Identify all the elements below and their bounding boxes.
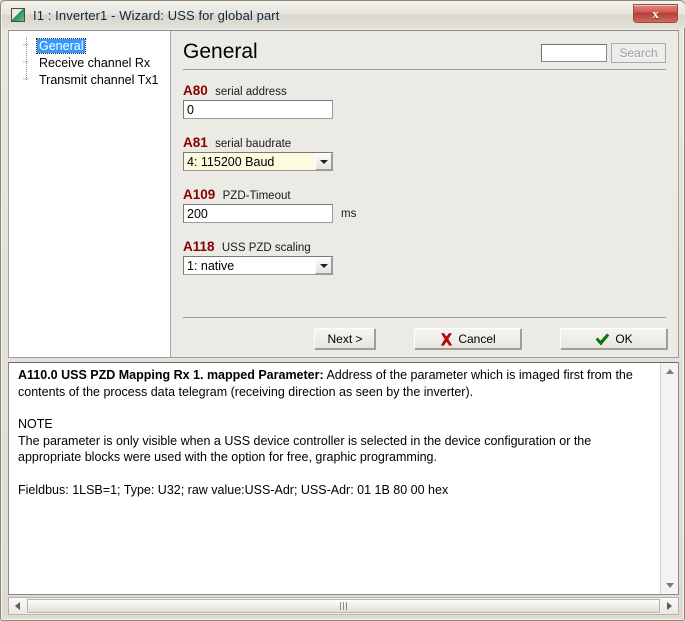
serial-baudrate-dropdown[interactable]: 4: 115200 Baud	[183, 152, 333, 171]
horizontal-scroll-track[interactable]	[26, 598, 661, 614]
uss-pzd-scaling-dropdown[interactable]: 1: native	[183, 256, 333, 275]
parameter-code: A118	[183, 239, 215, 254]
horizontal-scroll-thumb[interactable]	[27, 599, 660, 613]
dropdown-selected-value: 1: native	[187, 258, 235, 273]
scroll-left-button[interactable]	[9, 598, 26, 614]
chevron-down-icon[interactable]	[315, 257, 332, 274]
content-header: General Search	[171, 31, 678, 64]
scroll-up-button[interactable]	[661, 363, 678, 380]
page-title: General	[183, 40, 258, 63]
tree-item-label: General	[35, 37, 87, 54]
button-divider	[183, 317, 666, 318]
next-button-label: Next >	[327, 332, 363, 346]
scroll-down-button[interactable]	[661, 577, 678, 594]
pzd-timeout-input[interactable]	[183, 204, 333, 223]
tree-item-label: Transmit channel Tx1	[39, 72, 159, 87]
cancel-button-label: Cancel	[458, 332, 496, 346]
parameter-label: A80 serial address	[183, 83, 678, 98]
parameter-label: A109 PZD-Timeout	[183, 187, 678, 202]
tree-item-general[interactable]: ┄ General	[9, 37, 170, 54]
parameter-code: A109	[183, 187, 216, 202]
parameter-field-row: 1: native	[183, 256, 678, 275]
description-note-body: The parameter is only visible when a USS…	[18, 433, 592, 465]
triangle-up-icon	[665, 369, 674, 374]
description-vertical-scrollbar[interactable]	[660, 363, 678, 594]
description-note-title: NOTE	[18, 417, 53, 431]
description-text[interactable]: A110.0 USS PZD Mapping Rx 1. mapped Para…	[9, 363, 660, 594]
dropdown-selected-value: 4: 115200 Baud	[187, 154, 275, 169]
pzd-timeout-unit: ms	[341, 207, 357, 220]
scroll-right-button[interactable]	[661, 598, 678, 614]
ok-button-label: OK	[615, 332, 633, 346]
wizard-dialog: ┄ General ┄ Receive channel Rx ┄ Transmi…	[8, 30, 679, 358]
dialog-button-row: Next > Cancel OK	[171, 328, 678, 350]
parameter-description: serial baudrate	[215, 138, 292, 150]
search-button[interactable]: Search	[611, 43, 666, 63]
parameter-label: A81 serial baudrate	[183, 135, 678, 150]
close-button[interactable]: x	[633, 4, 678, 23]
ok-button[interactable]: OK	[560, 328, 668, 350]
application-icon	[11, 8, 25, 22]
parameter-field-row: 4: 115200 Baud	[183, 152, 678, 171]
tree-branch-icon: ┄	[23, 58, 28, 67]
tree-branch-icon: ┄	[23, 41, 28, 50]
parameter-a109: A109 PZD-Timeout ms	[183, 187, 678, 223]
description-fieldbus: Fieldbus: 1LSB=1; Type: U32; raw value:U…	[18, 482, 449, 497]
parameter-field-row: ms	[183, 204, 678, 223]
parameter-list: A80 serial address A81 serial baudrate	[171, 70, 678, 275]
parameter-a80: A80 serial address	[183, 83, 678, 119]
tree-item-transmit-channel-tx1[interactable]: ┄ Transmit channel Tx1	[9, 71, 170, 88]
parameter-description: USS PZD scaling	[221, 242, 311, 254]
parameter-a118: A118 USS PZD scaling 1: native	[183, 239, 678, 275]
description-heading: A110.0 USS PZD Mapping Rx 1. mapped Para…	[18, 368, 324, 382]
content-panel: General Search A80 serial address 0 A81 …	[171, 31, 678, 357]
triangle-left-icon	[15, 602, 20, 610]
title-bar: I1 : Inverter1 - Wizard: USS for global …	[2, 2, 685, 28]
parameter-description: serial address	[215, 86, 287, 98]
triangle-right-icon	[667, 602, 672, 610]
horizontal-scrollbar[interactable]	[8, 597, 679, 615]
scroll-grip-icon	[339, 602, 348, 610]
navigation-tree[interactable]: ┄ General ┄ Receive channel Rx ┄ Transmi…	[9, 31, 171, 357]
description-panel: A110.0 USS PZD Mapping Rx 1. mapped Para…	[8, 362, 679, 595]
tree-item-label: Receive channel Rx	[39, 55, 151, 70]
parameter-a81: A81 serial baudrate 4: 115200 Baud	[183, 135, 678, 171]
parameter-field-row	[183, 100, 678, 119]
tree-item-receive-channel-rx[interactable]: ┄ Receive channel Rx	[9, 54, 170, 71]
parameter-description: PZD-Timeout	[222, 190, 291, 202]
parameter-code: A81	[183, 135, 208, 150]
window-frame: I1 : Inverter1 - Wizard: USS for global …	[0, 0, 685, 621]
parameter-label: A118 USS PZD scaling	[183, 239, 678, 254]
cancel-button[interactable]: Cancel	[414, 328, 522, 350]
close-icon: x	[652, 6, 659, 21]
serial-address-input[interactable]	[183, 100, 333, 119]
chevron-down-icon[interactable]	[315, 153, 332, 170]
tree-branch-icon: ┄	[23, 75, 28, 84]
search-area: Search	[541, 43, 666, 63]
description-paragraph-main: A110.0 USS PZD Mapping Rx 1. mapped Para…	[18, 367, 654, 400]
ok-check-icon	[595, 332, 610, 346]
triangle-down-icon	[665, 583, 674, 588]
parameter-code: A80	[183, 83, 208, 98]
cancel-x-icon	[441, 332, 453, 346]
next-button[interactable]: Next >	[314, 328, 376, 350]
window-title: I1 : Inverter1 - Wizard: USS for global …	[33, 7, 280, 23]
search-input[interactable]	[541, 44, 607, 62]
